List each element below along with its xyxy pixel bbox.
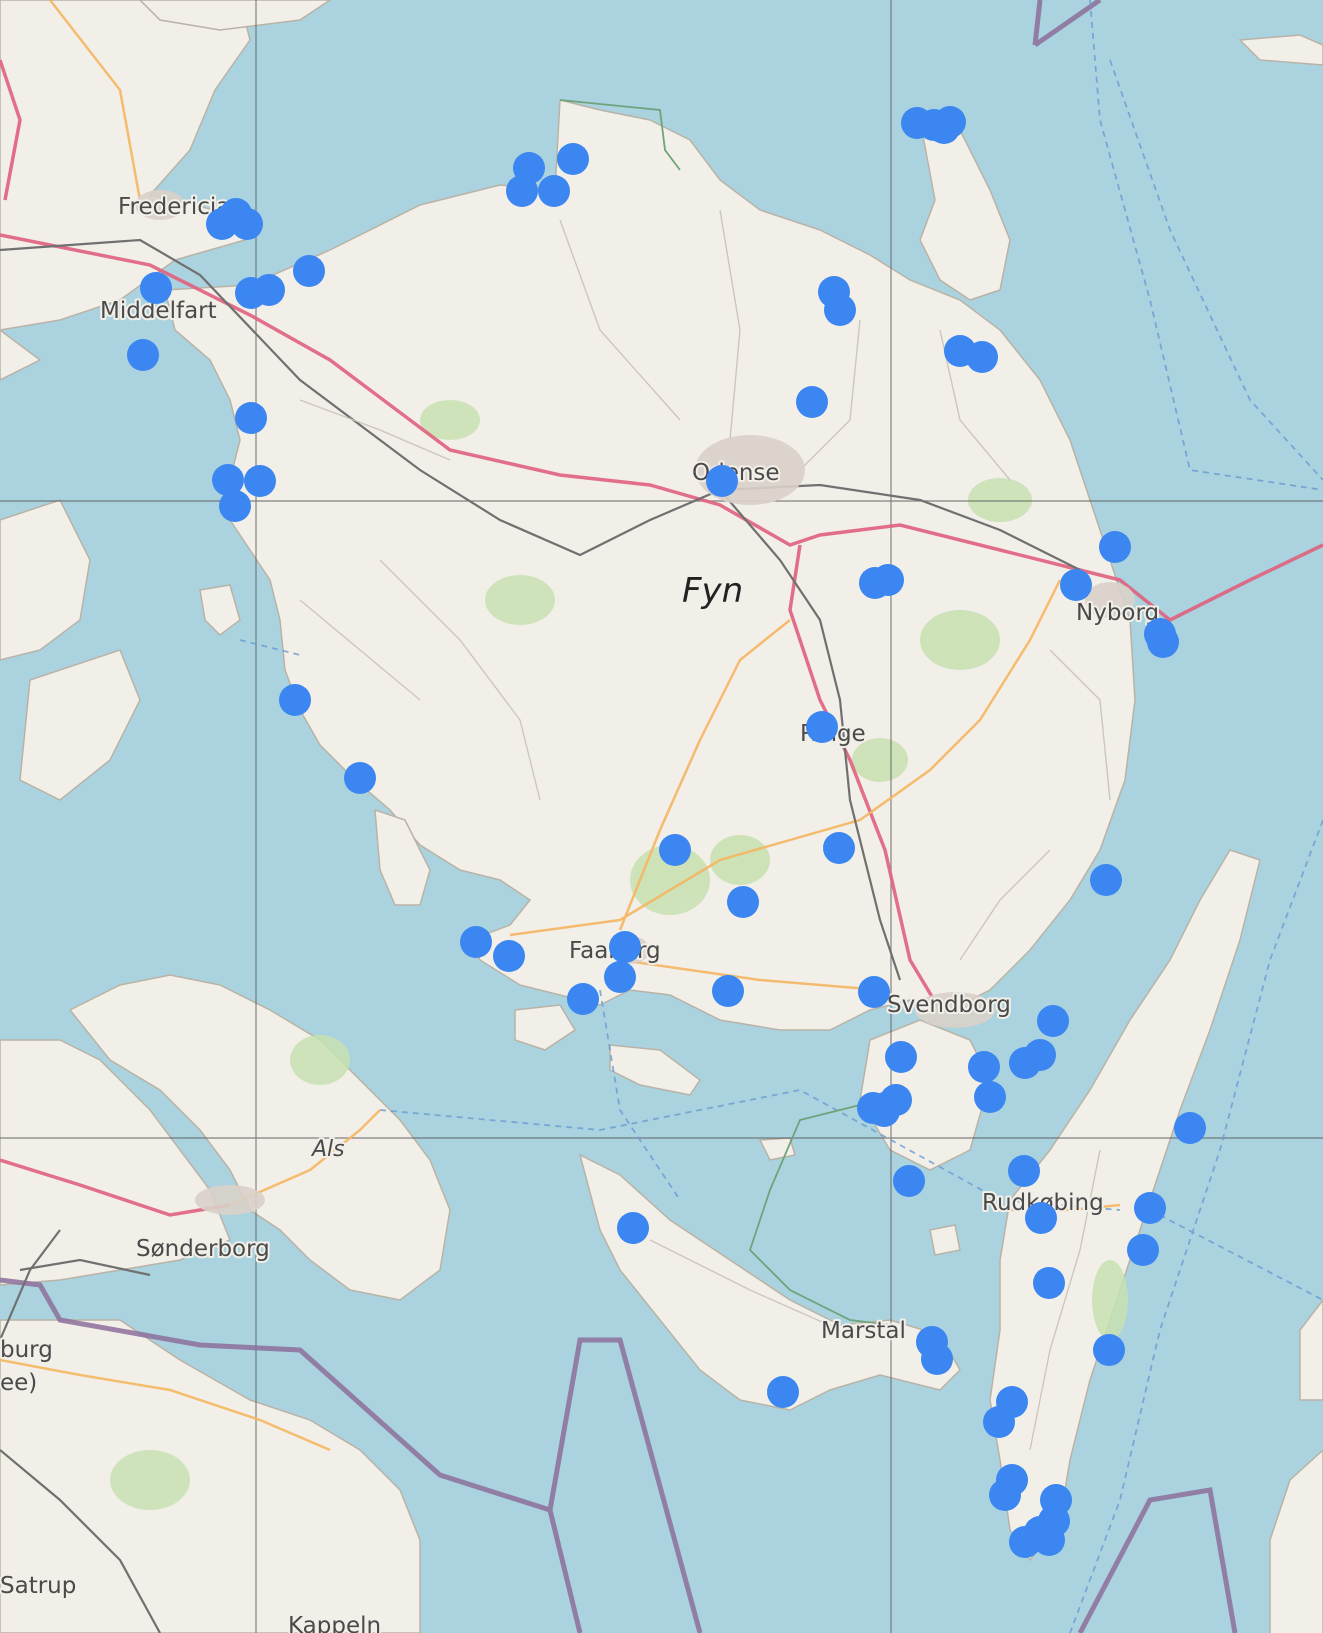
map-marker[interactable] bbox=[344, 762, 376, 794]
map-marker[interactable] bbox=[868, 1095, 900, 1127]
map-marker[interactable] bbox=[1009, 1047, 1041, 1079]
label-fyn: Fyn bbox=[682, 571, 743, 611]
map-marker[interactable] bbox=[712, 975, 744, 1007]
map-marker[interactable] bbox=[983, 1406, 1015, 1438]
label-satrup: Satrup bbox=[0, 1573, 76, 1599]
map-marker[interactable] bbox=[1174, 1112, 1206, 1144]
map-marker[interactable] bbox=[858, 976, 890, 1008]
map-marker[interactable] bbox=[235, 402, 267, 434]
map-marker[interactable] bbox=[1127, 1234, 1159, 1266]
map-marker[interactable] bbox=[557, 143, 589, 175]
map-marker[interactable] bbox=[885, 1041, 917, 1073]
map-marker[interactable] bbox=[127, 339, 159, 371]
map-marker[interactable] bbox=[216, 202, 248, 234]
map-marker[interactable] bbox=[253, 274, 285, 306]
map-marker[interactable] bbox=[279, 684, 311, 716]
map-marker[interactable] bbox=[989, 1479, 1021, 1511]
map-marker[interactable] bbox=[1033, 1524, 1065, 1556]
map-marker[interactable] bbox=[617, 1212, 649, 1244]
island-small-2 bbox=[929, 1224, 961, 1256]
map-marker[interactable] bbox=[796, 386, 828, 418]
map-marker[interactable] bbox=[968, 1051, 1000, 1083]
map-marker[interactable] bbox=[823, 832, 855, 864]
map-marker[interactable] bbox=[140, 272, 172, 304]
map-marker[interactable] bbox=[493, 940, 525, 972]
map-marker[interactable] bbox=[1090, 864, 1122, 896]
map-marker[interactable] bbox=[824, 294, 856, 326]
map-marker[interactable] bbox=[609, 931, 641, 963]
map-marker[interactable] bbox=[806, 711, 838, 743]
map-canvas[interactable]: Fredericia Middelfart Odense Fyn Nyborg … bbox=[0, 0, 1323, 1633]
map-marker[interactable] bbox=[219, 490, 251, 522]
map-marker[interactable] bbox=[1147, 626, 1179, 658]
map-marker[interactable] bbox=[506, 175, 538, 207]
map-marker[interactable] bbox=[767, 1376, 799, 1408]
map-marker[interactable] bbox=[293, 255, 325, 287]
label-marstal: Marstal bbox=[821, 1318, 906, 1344]
map-marker[interactable] bbox=[1060, 569, 1092, 601]
map-marker[interactable] bbox=[893, 1165, 925, 1197]
label-als: Als bbox=[310, 1137, 345, 1162]
map-marker[interactable] bbox=[727, 886, 759, 918]
map-marker[interactable] bbox=[1099, 531, 1131, 563]
label-flensburg-paren-partial: ee) bbox=[0, 1370, 37, 1396]
map-marker[interactable] bbox=[1037, 1005, 1069, 1037]
map-marker[interactable] bbox=[921, 1343, 953, 1375]
map-marker[interactable] bbox=[659, 834, 691, 866]
label-kappeln-partial: Kappeln bbox=[288, 1613, 381, 1633]
map-marker[interactable] bbox=[1093, 1334, 1125, 1366]
map-marker[interactable] bbox=[974, 1081, 1006, 1113]
label-flensburg-partial: burg bbox=[0, 1337, 53, 1363]
map-marker[interactable] bbox=[966, 341, 998, 373]
map-marker[interactable] bbox=[872, 564, 904, 596]
map-marker[interactable] bbox=[538, 175, 570, 207]
map-marker[interactable] bbox=[1134, 1192, 1166, 1224]
map-marker[interactable] bbox=[567, 983, 599, 1015]
map-marker[interactable] bbox=[1025, 1202, 1057, 1234]
label-svendborg: Svendborg bbox=[887, 992, 1011, 1018]
map-marker[interactable] bbox=[1008, 1155, 1040, 1187]
map-marker[interactable] bbox=[706, 465, 738, 497]
label-sonderborg: Sønderborg bbox=[136, 1236, 270, 1262]
label-nyborg: Nyborg bbox=[1076, 600, 1159, 626]
map-marker[interactable] bbox=[1033, 1267, 1065, 1299]
map-marker[interactable] bbox=[604, 961, 636, 993]
map-marker[interactable] bbox=[460, 926, 492, 958]
map-marker[interactable] bbox=[244, 465, 276, 497]
map-marker[interactable] bbox=[928, 112, 960, 144]
